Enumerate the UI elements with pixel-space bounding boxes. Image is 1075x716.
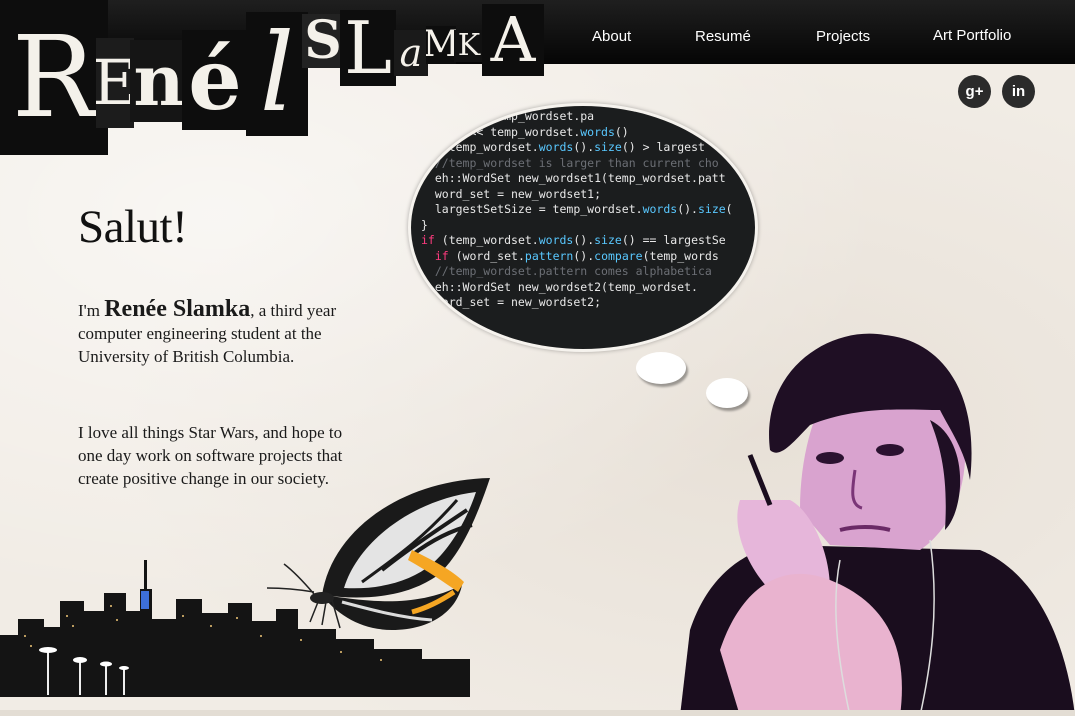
intro-paragraph: I'm Renée Slamka, a third year computer … xyxy=(78,296,348,368)
code-line: } xyxy=(421,217,428,232)
city-skyline-illustration xyxy=(0,560,470,697)
logo-letter-e-accent: é xyxy=(182,30,248,130)
logo-letter-k: K xyxy=(454,30,484,62)
code-line: word_set = new_wordset1; xyxy=(421,186,602,201)
logo-letter-a2: A xyxy=(482,4,544,76)
code-line: cerr << temp_wordset.words() xyxy=(421,124,629,139)
thought-bubble: cerr << temp_wordset.pa cerr << temp_wor… xyxy=(408,103,758,352)
nav-resume[interactable]: Resumé xyxy=(695,28,751,45)
logo-letter-n: n xyxy=(130,40,188,122)
nav-projects[interactable]: Projects xyxy=(816,28,870,45)
code-line: if (temp_wordset.words().size() == large… xyxy=(421,233,726,247)
code-line: eh::WordSet new_wordset1(temp_wordset.pa… xyxy=(421,171,726,185)
code-line: word_set = new_wordset2; xyxy=(421,295,602,309)
linkedin-icon[interactable]: in xyxy=(1002,75,1035,108)
portrait-photo xyxy=(680,333,1075,716)
code-line: //temp_wordset is larger than current ch… xyxy=(421,155,719,170)
google-plus-icon[interactable]: g+ xyxy=(958,75,991,108)
thought-puff-large xyxy=(636,352,686,384)
logo-letter-m: M xyxy=(426,26,456,64)
logo-letter-r: R xyxy=(0,0,108,155)
logo-letter-s: S xyxy=(302,14,344,68)
code-line: if (temp_wordset.words().size() > larges… xyxy=(421,140,705,154)
greeting-heading: Salut! xyxy=(78,201,188,253)
logo-letter-l: l xyxy=(246,12,308,136)
code-line: cerr << temp_wordset.pa xyxy=(421,109,595,123)
nav-about[interactable]: About xyxy=(592,28,631,45)
code-snippet: cerr << temp_wordset.pa cerr << temp_wor… xyxy=(421,109,733,311)
code-line: eh::WordSet new_wordset2(temp_wordset. xyxy=(421,279,698,294)
logo-letter-e: E xyxy=(96,38,134,128)
intro-prefix: I'm xyxy=(78,301,100,320)
nav-art-portfolio[interactable]: Art Portfolio xyxy=(933,27,1011,44)
logo-letter-a: a xyxy=(394,30,428,76)
intro-name: Renée Slamka xyxy=(104,296,251,322)
code-line: if (word_set.pattern().compare(temp_word… xyxy=(434,248,719,263)
code-line: //temp_wordset.pattern comes alphabetica xyxy=(421,264,712,278)
code-line: largestSetSize = temp_wordset.words().si… xyxy=(421,202,733,216)
page-bottom-edge xyxy=(0,710,1075,716)
logo-letter-l2: L xyxy=(340,10,396,86)
